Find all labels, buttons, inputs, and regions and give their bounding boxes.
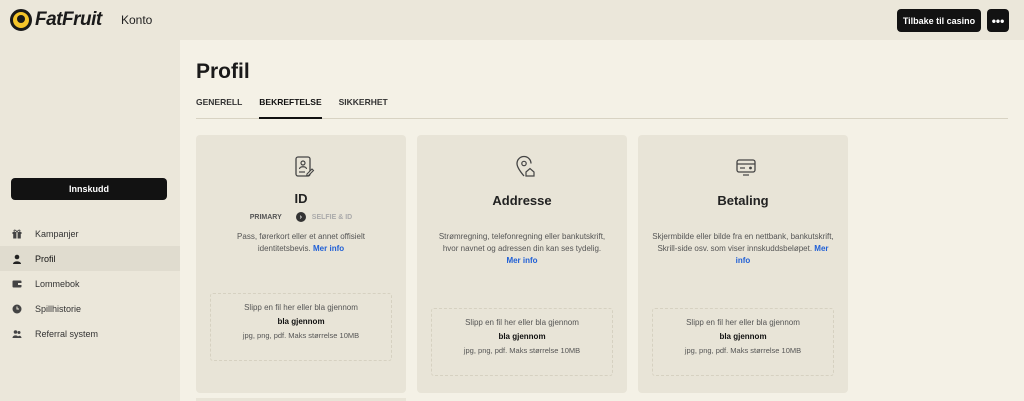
- clock-icon: [12, 304, 22, 314]
- payment-card-icon: [735, 155, 757, 179]
- sidebar-item-label: Referral system: [35, 328, 99, 339]
- more-info-link[interactable]: Mer info: [313, 244, 344, 253]
- sidebar-item-referral[interactable]: Referral system: [0, 321, 180, 346]
- back-to-casino-button[interactable]: Tilbake til casino: [897, 9, 981, 32]
- verification-card-address: Addresse Strømregning, telefonregning el…: [417, 135, 627, 393]
- file-dropzone[interactable]: Slipp en fil her eller bla gjennom bla g…: [210, 293, 392, 361]
- step-primary: PRIMARY: [249, 213, 282, 221]
- page-title: Profil: [196, 60, 250, 83]
- sidebar-item-label: Spillhistorie: [35, 303, 82, 314]
- card-description: Skjermbilde eller bilde fra en nettbank,…: [652, 232, 834, 265]
- sidebar-item-label: Lommebok: [35, 278, 80, 289]
- id-card-icon: [293, 155, 315, 179]
- user-icon: [12, 254, 22, 264]
- logo[interactable]: FatFruit: [10, 9, 102, 31]
- file-dropzone[interactable]: Slipp en fil her eller bla gjennom bla g…: [652, 308, 834, 376]
- verification-card-id: ID PRIMARY › SELFIE & ID Pass, førerkort…: [196, 135, 406, 393]
- section-title: Konto: [121, 13, 153, 27]
- logo-icon: [10, 9, 32, 31]
- browse-link[interactable]: bla gjennom: [432, 332, 612, 341]
- wallet-icon: [12, 279, 22, 289]
- browse-link[interactable]: bla gjennom: [211, 317, 391, 326]
- sidebar-item-label: Profil: [35, 253, 56, 264]
- browse-link[interactable]: bla gjennom: [653, 332, 833, 341]
- step-selfie: SELFIE & ID: [311, 213, 353, 221]
- tab-bekreftelse[interactable]: BEKREFTELSE: [259, 95, 322, 119]
- more-icon: •••: [991, 13, 1005, 28]
- file-requirements: jpg, png, pdf. Maks størrelse 10MB: [463, 346, 581, 355]
- gift-icon: [12, 229, 22, 239]
- sidebar-nav: Kampanjer Profil Lommebok Spillhistorie …: [0, 221, 180, 346]
- main-content: Profil GENERELL BEKREFTELSE SIKKERHET ID…: [180, 40, 1024, 401]
- more-info-link[interactable]: Mer info: [506, 256, 537, 265]
- users-icon: [12, 329, 22, 339]
- location-home-icon: [514, 155, 536, 179]
- chevron-right-icon: ›: [295, 212, 306, 222]
- file-dropzone[interactable]: Slipp en fil her eller bla gjennom bla g…: [431, 308, 613, 376]
- card-title: ID: [294, 191, 308, 206]
- file-requirements: jpg, png, pdf. Maks størrelse 10MB: [684, 346, 802, 355]
- dropzone-hint: Slipp en fil her eller bla gjennom: [244, 303, 358, 312]
- sidebar-item-kampanjer[interactable]: Kampanjer: [0, 221, 180, 246]
- sidebar-item-lommebok[interactable]: Lommebok: [0, 271, 180, 296]
- dropzone-hint: Slipp en fil her eller bla gjennom: [686, 318, 800, 327]
- top-bar: FatFruit Konto Tilbake til casino •••: [0, 0, 1024, 40]
- card-title: Addresse: [492, 193, 552, 208]
- sidebar-item-label: Kampanjer: [35, 228, 79, 239]
- tab-bar: GENERELL BEKREFTELSE SIKKERHET: [196, 95, 1008, 119]
- more-menu-button[interactable]: •••: [987, 9, 1009, 32]
- logo-text: FatFruit: [35, 9, 102, 30]
- verification-card-payment: Betaling Skjermbilde eller bilde fra en …: [638, 135, 848, 393]
- sidebar-item-profil[interactable]: Profil: [0, 246, 180, 271]
- card-description: Strømregning, telefonregning eller banku…: [438, 232, 606, 265]
- verification-steps: PRIMARY › SELFIE & ID: [196, 212, 406, 222]
- dropzone-hint: Slipp en fil her eller bla gjennom: [465, 318, 579, 327]
- tab-generell[interactable]: GENERELL: [196, 95, 242, 119]
- sidebar: Innskudd Kampanjer Profil Lommebok Spill…: [0, 40, 180, 401]
- card-title: Betaling: [717, 193, 769, 208]
- file-requirements: jpg, png, pdf. Maks størrelse 10MB: [242, 331, 360, 340]
- card-description: Pass, førerkort eller et annet offisielt…: [237, 232, 365, 253]
- tab-sikkerhet[interactable]: SIKKERHET: [339, 95, 388, 119]
- deposit-button[interactable]: Innskudd: [11, 178, 167, 200]
- sidebar-item-spillhistorie[interactable]: Spillhistorie: [0, 296, 180, 321]
